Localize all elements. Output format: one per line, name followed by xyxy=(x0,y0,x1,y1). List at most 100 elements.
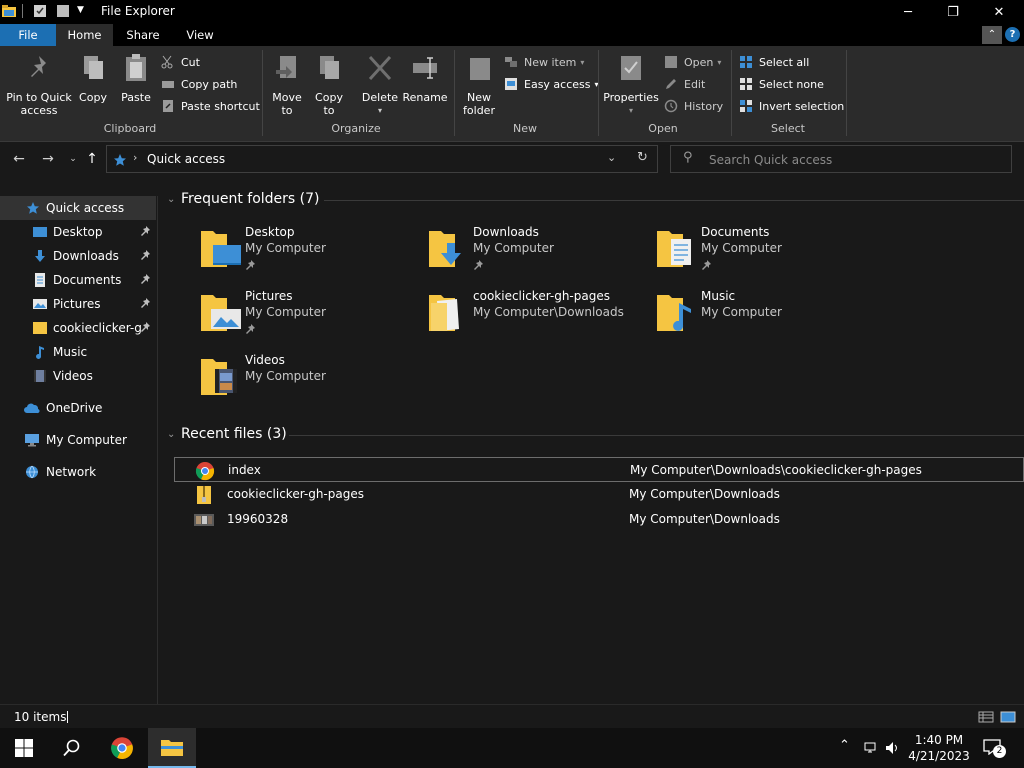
refresh-icon[interactable]: ↻ xyxy=(637,150,648,165)
edit-button[interactable]: Edit xyxy=(664,74,705,94)
copy-path-icon xyxy=(162,81,174,88)
up-button[interactable]: ↑ xyxy=(82,150,102,168)
copy-to-label-line1: Copy xyxy=(315,91,343,104)
open-button[interactable]: Open ▾ xyxy=(664,52,721,72)
action-center-button[interactable]: 2 xyxy=(980,736,1010,760)
properties-quick-icon[interactable] xyxy=(33,4,47,18)
breadcrumb-quick-access[interactable]: Quick access xyxy=(147,152,225,166)
folder-location: My Computer xyxy=(245,241,326,255)
arrow-left-icon: ← xyxy=(13,151,25,167)
history-button[interactable]: History xyxy=(664,96,723,116)
folder-tile-videos[interactable]: Videos My Computer xyxy=(199,353,423,413)
easy-access-button[interactable]: Easy access ▾ xyxy=(504,74,599,94)
tab-file[interactable]: File xyxy=(0,24,56,46)
nav-label: My Computer xyxy=(46,433,127,447)
new-folder-quick-icon[interactable] xyxy=(56,4,70,18)
file-path: My Computer\Downloads\cookieclicker-gh-p… xyxy=(630,463,922,477)
nav-item-network[interactable]: Network xyxy=(0,460,156,484)
address-dropdown-icon[interactable]: ⌄ xyxy=(607,151,616,164)
file-path: My Computer\Downloads xyxy=(629,512,780,526)
folder-tile-music[interactable]: Music My Computer xyxy=(655,289,879,349)
new-item-button[interactable]: New item ▾ xyxy=(504,52,584,72)
recent-files-header[interactable]: ⌄ Recent files (3) xyxy=(167,426,287,442)
search-box[interactable]: ⚲ xyxy=(670,145,1012,173)
forward-button[interactable]: → xyxy=(38,150,58,168)
taskbar-chrome[interactable] xyxy=(98,728,146,768)
nav-label: Network xyxy=(46,465,97,479)
folder-tile-desktop[interactable]: Desktop My Computer xyxy=(199,225,423,285)
recent-file-row[interactable]: index My Computer\Downloads\cookieclicke… xyxy=(174,457,1024,482)
nav-item-videos[interactable]: Videos xyxy=(0,364,156,388)
pin-to-quick-access-button[interactable]: Pin to Quick access xyxy=(6,52,72,117)
folder-tile-pictures[interactable]: Pictures My Computer xyxy=(199,289,423,349)
nav-item-desktop[interactable]: Desktop xyxy=(0,220,156,244)
breadcrumb-chevron-icon[interactable]: › xyxy=(133,151,137,164)
nav-item-downloads[interactable]: Downloads xyxy=(0,244,156,268)
cut-button[interactable]: Cut xyxy=(161,52,200,72)
edit-pencil-icon xyxy=(666,79,676,89)
minimize-ribbon-button[interactable]: ⌃ xyxy=(982,26,1002,44)
show-hidden-icons-chevron-icon[interactable]: ⌃ xyxy=(839,738,850,753)
nav-item-quick-access[interactable]: Quick access xyxy=(0,196,156,220)
nav-item-pictures[interactable]: Pictures xyxy=(0,292,156,316)
tab-view[interactable]: View xyxy=(173,24,227,46)
network-tray-icon[interactable] xyxy=(863,740,879,756)
frequent-folders-header[interactable]: ⌄ Frequent folders (7) xyxy=(167,191,320,207)
open-icon xyxy=(665,56,677,68)
select-all-button[interactable]: Select all xyxy=(739,52,809,72)
folder-tile-documents[interactable]: Documents My Computer xyxy=(655,225,879,285)
details-view-icon[interactable] xyxy=(978,710,994,724)
maximize-button[interactable]: ❐ xyxy=(930,0,976,24)
back-button[interactable]: ← xyxy=(9,150,29,168)
recent-file-row[interactable]: cookieclicker-gh-pages My Computer\Downl… xyxy=(174,482,1024,507)
recent-locations-button[interactable]: ⌄ xyxy=(63,150,83,168)
search-icon xyxy=(63,739,80,757)
paste-button[interactable]: Paste xyxy=(118,52,154,104)
copy-to-button[interactable]: Copy to xyxy=(312,52,346,117)
network-icon xyxy=(26,465,38,479)
invert-selection-button[interactable]: Invert selection xyxy=(739,96,844,116)
chrome-icon xyxy=(111,737,133,760)
open-group-label: Open xyxy=(648,122,678,135)
folder-tile-cookieclicker[interactable]: cookieclicker-gh-pages My Computer\Downl… xyxy=(427,289,651,349)
cut-label: Cut xyxy=(181,55,200,69)
search-input[interactable] xyxy=(709,151,999,169)
customize-quick-access-icon[interactable]: ▼ xyxy=(77,5,84,15)
new-group-label: New xyxy=(513,122,537,135)
address-bar[interactable]: › Quick access ⌄ ↻ xyxy=(106,145,658,173)
volume-icon[interactable] xyxy=(884,740,900,756)
folder-name: Downloads xyxy=(473,225,539,239)
nav-item-onedrive[interactable]: OneDrive xyxy=(0,396,156,420)
tab-share[interactable]: Share xyxy=(113,24,173,46)
arrow-up-icon: ↑ xyxy=(86,151,98,167)
minimize-button[interactable]: ─ xyxy=(885,0,931,24)
delete-button[interactable]: Delete ▾ xyxy=(360,52,400,117)
new-folder-button[interactable]: New folder xyxy=(460,52,498,117)
start-button[interactable] xyxy=(0,728,48,768)
taskbar-file-explorer[interactable] xyxy=(148,728,196,768)
nav-item-documents[interactable]: Documents xyxy=(0,268,156,292)
chrome-icon xyxy=(195,462,215,481)
nav-item-music[interactable]: Music xyxy=(0,340,156,364)
paste-shortcut-button[interactable]: Paste shortcut xyxy=(161,96,260,116)
rename-button[interactable]: Rename xyxy=(402,52,448,104)
section-title: Recent files (3) xyxy=(181,426,287,442)
tab-home[interactable]: Home xyxy=(56,24,113,46)
nav-label: OneDrive xyxy=(46,401,103,415)
nav-item-cookieclicker[interactable]: cookieclicker-gh-pages xyxy=(0,316,156,340)
nav-item-my-computer[interactable]: My Computer xyxy=(0,428,156,452)
help-button[interactable]: ? xyxy=(1005,27,1020,42)
close-button[interactable]: ✕ xyxy=(976,0,1022,24)
recent-file-row[interactable]: 19960328 My Computer\Downloads xyxy=(174,507,1024,532)
copy-button[interactable]: Copy xyxy=(76,52,110,104)
folder-tile-downloads[interactable]: Downloads My Computer xyxy=(427,225,651,285)
large-icons-view-icon[interactable] xyxy=(1000,710,1016,724)
move-to-button[interactable]: Move to xyxy=(270,52,304,117)
folder-name: Music xyxy=(701,289,736,303)
copy-path-button[interactable]: Copy path xyxy=(161,74,237,94)
taskbar-search-button[interactable] xyxy=(48,728,96,768)
select-none-button[interactable]: Select none xyxy=(739,74,824,94)
properties-button[interactable]: Properties ▾ xyxy=(603,52,659,117)
pin-label-line2: access xyxy=(20,104,58,117)
taskbar-clock[interactable]: 1:40 PM 4/21/2023 xyxy=(904,732,974,764)
